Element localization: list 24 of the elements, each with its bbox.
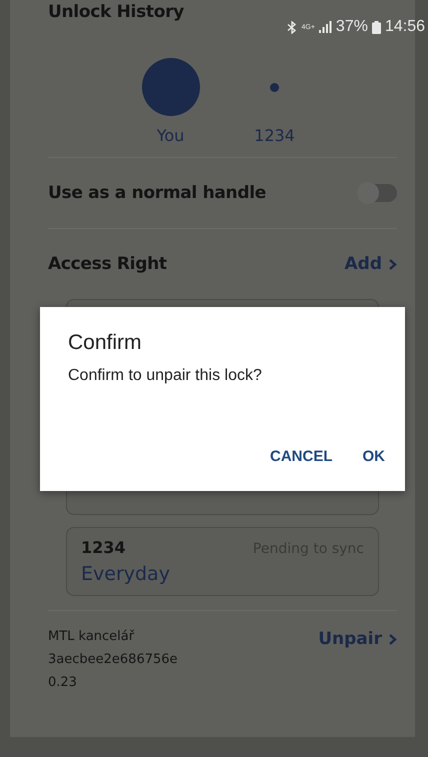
lock-id: 3aecbee2e686756e <box>48 652 178 667</box>
bluetooth-icon <box>287 20 298 34</box>
access-name: 1234 <box>81 538 126 557</box>
user-label: You <box>156 126 184 145</box>
access-schedule: Everyday <box>81 563 171 585</box>
toggle-switch[interactable] <box>359 184 397 202</box>
firmware-version: 0.23 <box>48 675 78 690</box>
dialog-button[interactable]: CANCEL <box>262 442 340 471</box>
dialog-title: Confirm <box>68 331 143 355</box>
user-label: 1234 <box>254 126 295 145</box>
clock: 14:56 <box>384 18 425 36</box>
dialog-button[interactable]: OK <box>354 442 393 471</box>
add-link[interactable]: Add <box>344 254 397 274</box>
lock-name: MTL kancelář <box>48 629 136 644</box>
battery-icon <box>372 20 381 34</box>
section-title: Unlock History <box>48 2 184 22</box>
battery-level: 37% <box>336 18 368 36</box>
setting-label: Use as a normal handle <box>48 183 266 203</box>
unpair-link[interactable]: Unpair <box>318 629 397 649</box>
section-title: Access Right <box>48 254 167 274</box>
signal-icon <box>318 21 332 33</box>
chevron-icon <box>388 632 397 646</box>
chevron-icon <box>388 258 397 270</box>
dialog-message: Confirm to unpair this lock? <box>68 367 263 385</box>
